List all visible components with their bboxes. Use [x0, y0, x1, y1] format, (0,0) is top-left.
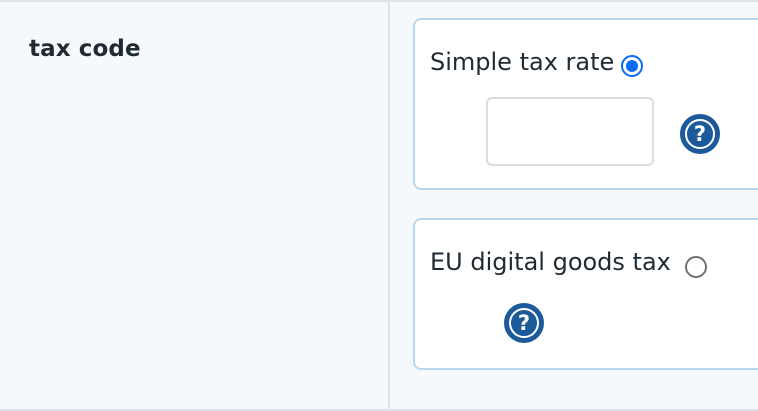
field-label: tax code — [29, 36, 141, 62]
simple-tax-rate-radio[interactable] — [621, 55, 643, 77]
tax-rate-input[interactable] — [486, 97, 654, 166]
eu-digital-goods-tax-panel: EU digital goods tax ? — [413, 218, 758, 370]
question-circle-icon[interactable]: ? — [680, 114, 720, 154]
question-circle-icon[interactable]: ? — [504, 303, 544, 343]
eu-digital-goods-tax-label: EU digital goods tax — [430, 248, 671, 276]
label-column: tax code — [0, 2, 390, 409]
tax-code-form-row: tax code Simple tax rate ? EU digital go… — [0, 0, 758, 411]
simple-tax-rate-label: Simple tax rate — [430, 48, 615, 76]
simple-tax-rate-panel: Simple tax rate ? — [413, 18, 758, 190]
eu-digital-goods-tax-radio[interactable] — [685, 256, 707, 278]
